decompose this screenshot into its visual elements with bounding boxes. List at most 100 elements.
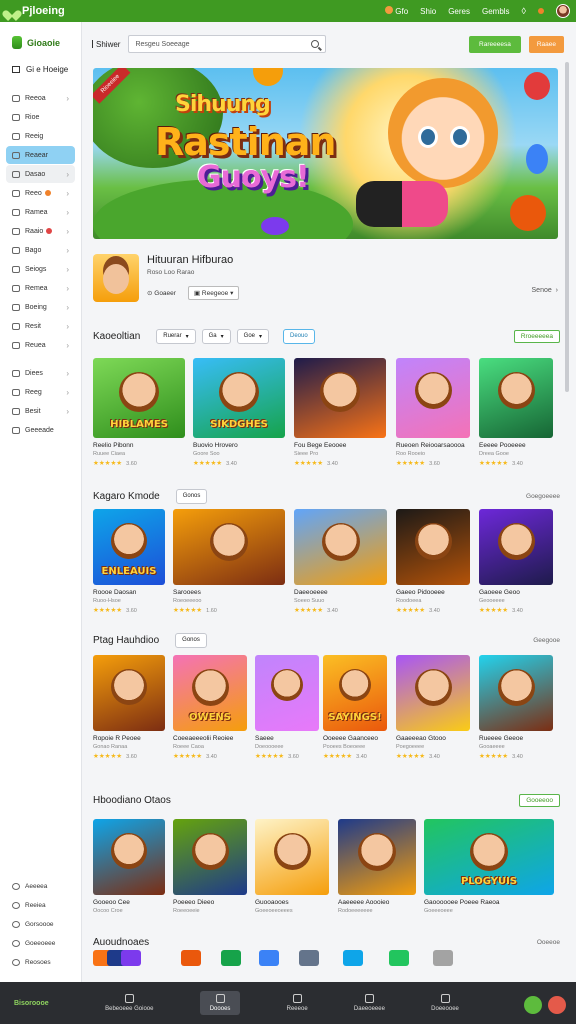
featured-thumbnail[interactable]: [93, 254, 139, 302]
section-see-all[interactable]: Rroeeeeea: [513, 329, 560, 343]
section-filter-pill[interactable]: Gonos: [175, 488, 208, 504]
section-action-button[interactable]: Deouo: [283, 328, 315, 344]
sidebar-item-0[interactable]: Diees ›: [6, 364, 75, 382]
sidebar-item-7[interactable]: Raaio ›: [6, 222, 75, 240]
sidebar-item-0[interactable]: Reeoa ›: [6, 89, 75, 107]
game-card[interactable]: Aaeeeee Aoooieo Rodoeeeeeee: [338, 819, 416, 914]
game-card[interactable]: Gooeoo Cee Oocoo Croe: [93, 819, 165, 914]
game-thumbnail[interactable]: [93, 819, 165, 895]
hero-banner[interactable]: Rioeeiee Sihuung Rastinan Guoys!: [93, 68, 558, 239]
sidebar-footer-item-4[interactable]: Reosoes: [6, 953, 76, 971]
scrollbar[interactable]: [565, 62, 569, 392]
sidebar-item-10[interactable]: Remea ›: [6, 279, 75, 297]
bottom-brand[interactable]: Bisoroooe: [0, 1000, 82, 1007]
game-thumbnail[interactable]: [294, 358, 386, 438]
sidebar-footer-item-0[interactable]: Aeeeea: [6, 877, 76, 895]
sidebar-item-1[interactable]: Reeg ›: [6, 383, 75, 401]
game-card[interactable]: Rueeee Geeoe Gooaeeee ★★★★★ 3.40: [479, 655, 553, 760]
recent-game-thumbnail[interactable]: [221, 950, 241, 966]
section-see-all[interactable]: Gooeeoo: [519, 793, 560, 807]
recent-more-link[interactable]: Ooeeoe: [537, 939, 560, 946]
featured-more-link[interactable]: Senoe ›: [532, 287, 558, 294]
game-thumbnail[interactable]: [479, 358, 553, 438]
game-card[interactable]: Gaaeeeao Gtooo Poegoeeee ★★★★★ 3.40: [396, 655, 470, 760]
sidebar-brand[interactable]: Gioaoie: [0, 22, 81, 57]
app-logo[interactable]: Pjloeing: [6, 5, 65, 17]
sidebar-footer-item-2[interactable]: Gorsoooe: [6, 915, 76, 933]
sidebar-item-2[interactable]: Reeig: [6, 127, 75, 145]
filter-dropdown-2[interactable]: Goe ▾: [236, 328, 270, 344]
game-thumbnail[interactable]: [396, 655, 470, 731]
secondary-button[interactable]: Raaee: [528, 35, 564, 53]
search-input[interactable]: Resgeu Soeeage: [128, 35, 327, 53]
notification-icon[interactable]: ◊: [522, 6, 526, 16]
game-card[interactable]: PLOGYUIS Gaoooooee Poeee Raeoa Goeeeoeee: [424, 819, 554, 914]
game-thumbnail[interactable]: [396, 509, 470, 585]
sidebar-footer-item-1[interactable]: Reeiea: [6, 896, 76, 914]
sidebar-item-4[interactable]: Dasao ›: [6, 165, 75, 183]
primary-button[interactable]: Rareeeesa: [469, 35, 521, 53]
game-card[interactable]: Saeee Doeoooeee ★★★★★ 3.60: [255, 655, 319, 760]
featured-game[interactable]: Hituuran Hifburao Roso Loo Rarao ⊙ Goaee…: [93, 254, 558, 304]
menu-button[interactable]: Shiwer: [92, 40, 120, 49]
top-nav-item-1[interactable]: Gfo: [385, 6, 408, 16]
game-thumbnail[interactable]: [173, 509, 285, 585]
game-thumbnail[interactable]: [255, 819, 329, 895]
bottom-nav-item-2[interactable]: Reeeoe: [287, 994, 308, 1012]
fab-green-button[interactable]: [524, 996, 542, 1014]
game-thumbnail[interactable]: OWENS: [173, 655, 247, 731]
game-card[interactable]: SIKDGHES Buovio Hrovero Goore Soo ★★★★★ 3.40: [193, 358, 285, 467]
recent-game-thumbnail[interactable]: [343, 950, 363, 966]
game-thumbnail[interactable]: [93, 655, 165, 731]
recent-game-thumbnail[interactable]: [299, 950, 319, 966]
game-thumbnail[interactable]: [173, 819, 247, 895]
sidebar-item-1[interactable]: Rioe: [6, 108, 75, 126]
top-nav-item-2[interactable]: Shio: [420, 7, 436, 16]
bottom-nav-item-0[interactable]: Bebeoeee Goiooe: [105, 994, 153, 1012]
fab-red-button[interactable]: [548, 996, 566, 1014]
alert-icon[interactable]: [538, 7, 544, 16]
game-card[interactable]: ENLEAUIS Roooe Daosan Ruoo-Hsoe ★★★★★ 3.60: [93, 509, 165, 614]
sidebar-home[interactable]: Gi e Hoeige: [0, 57, 81, 88]
game-thumbnail[interactable]: [255, 655, 319, 731]
sidebar-item-9[interactable]: Seiogs ›: [6, 260, 75, 278]
sidebar-item-13[interactable]: Reuea ›: [6, 336, 75, 354]
bottom-nav-item-1[interactable]: Doooes: [199, 991, 241, 1015]
sidebar-item-12[interactable]: Resit ›: [6, 317, 75, 335]
recent-game-thumbnail[interactable]: [389, 950, 409, 966]
game-card[interactable]: Sarooees Roeoeeeoo ★★★★★ 1.60: [173, 509, 285, 614]
sidebar-item-2[interactable]: Besit ›: [6, 402, 75, 420]
top-nav-item-4[interactable]: Gembls: [482, 7, 510, 16]
game-card[interactable]: Eeeee Pooeeee Dreea Gooe ★★★★★ 3.40: [479, 358, 553, 467]
game-card[interactable]: Ropoie R Peoee Gonao Ranaa ★★★★★ 3.60: [93, 655, 165, 760]
game-thumbnail[interactable]: [338, 819, 416, 895]
game-card[interactable]: SAYINGS! Ooeeee Gaanceeo Pooees Boeoeee ★★★…: [323, 655, 387, 760]
game-thumbnail[interactable]: PLOGYUIS: [424, 819, 554, 895]
game-thumbnail[interactable]: [396, 358, 470, 438]
filter-dropdown-1[interactable]: Ga ▾: [201, 328, 231, 344]
recent-game-thumbnail[interactable]: [433, 950, 453, 966]
sidebar-item-5[interactable]: Reeo ›: [6, 184, 75, 202]
game-thumbnail[interactable]: HIBLAMES: [93, 358, 185, 438]
game-thumbnail[interactable]: SIKDGHES: [193, 358, 285, 438]
section-see-all[interactable]: Goegoeeee: [526, 493, 560, 500]
sidebar-item-11[interactable]: Boeing ›: [6, 298, 75, 316]
sidebar-item-8[interactable]: Bago ›: [6, 241, 75, 259]
game-thumbnail[interactable]: SAYINGS!: [323, 655, 387, 731]
featured-option-2[interactable]: ▣ Reegeoe ▾: [187, 286, 240, 300]
recent-game-thumbnail[interactable]: [259, 950, 279, 966]
game-thumbnail[interactable]: [479, 655, 553, 731]
game-thumbnail[interactable]: [479, 509, 553, 585]
game-card[interactable]: OWENS Coeeaeeeolii Reoiee Roeee Caoa ★★★★★ 3…: [173, 655, 247, 760]
recent-game-thumbnail[interactable]: [181, 950, 201, 966]
game-thumbnail[interactable]: [294, 509, 387, 585]
game-card[interactable]: Poeeeo Dieeo Roeeoeeie: [173, 819, 247, 914]
game-card[interactable]: Rueoen Reiooarsaoooa Roo Rooeio ★★★★★ 3.60: [396, 358, 470, 467]
game-card[interactable]: Fou Bege Eeooee Sieee Pro ★★★★★ 3.40: [294, 358, 386, 467]
game-thumbnail[interactable]: ENLEAUIS: [93, 509, 165, 585]
bottom-nav-item-4[interactable]: Doeeooee: [431, 994, 459, 1012]
section-filter-pill[interactable]: Gonos: [175, 632, 207, 648]
sidebar-footer-item-3[interactable]: Goeeoeee: [6, 934, 76, 952]
recent-game-thumbnail[interactable]: [121, 950, 141, 966]
game-card[interactable]: Guooaooes Goeeoeeoeees: [255, 819, 329, 914]
